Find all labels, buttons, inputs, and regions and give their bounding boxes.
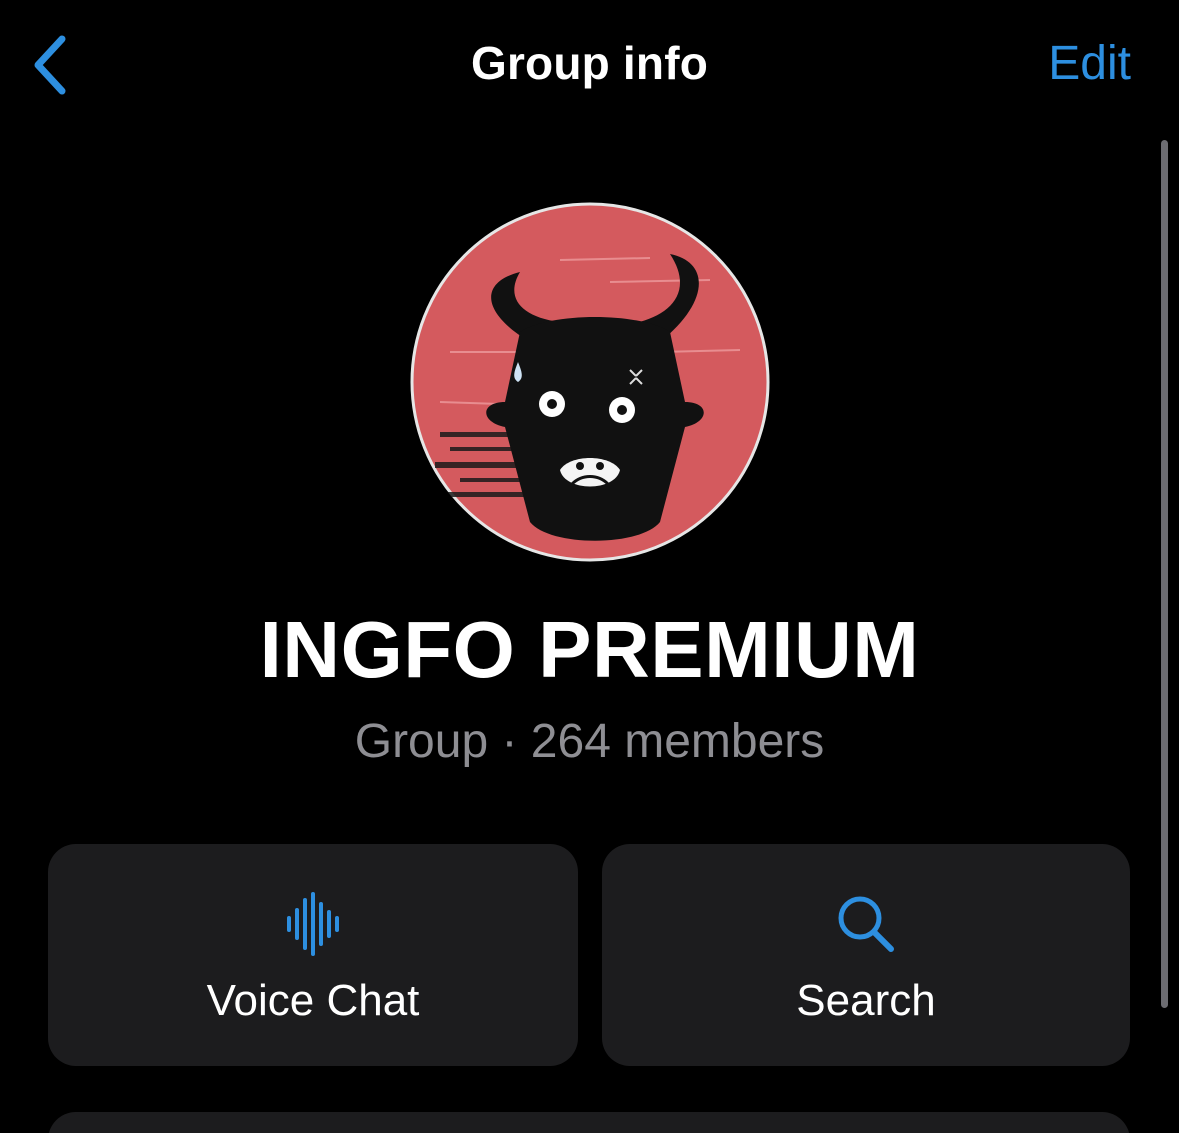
- search-label: Search: [796, 976, 936, 1025]
- info-section-card: [48, 1112, 1130, 1133]
- group-info-screen: Group info Edit INGFO PREMIUM Group · 26…: [0, 0, 1179, 1133]
- group-avatar[interactable]: [410, 202, 770, 562]
- search-icon: [836, 892, 896, 956]
- group-member-count: Group · 264 members: [354, 715, 825, 768]
- scrollbar[interactable]: [1161, 140, 1168, 1008]
- edit-button[interactable]: Edit: [1048, 36, 1131, 91]
- page-title: Group info: [470, 37, 709, 89]
- search-button[interactable]: Search: [602, 844, 1130, 1066]
- voice-chat-button[interactable]: Voice Chat: [48, 844, 578, 1066]
- bull-avatar-image: [410, 202, 770, 562]
- voice-waveform-icon: [285, 892, 341, 956]
- group-name: INGFO PREMIUM: [259, 605, 920, 694]
- voice-chat-label: Voice Chat: [206, 976, 420, 1025]
